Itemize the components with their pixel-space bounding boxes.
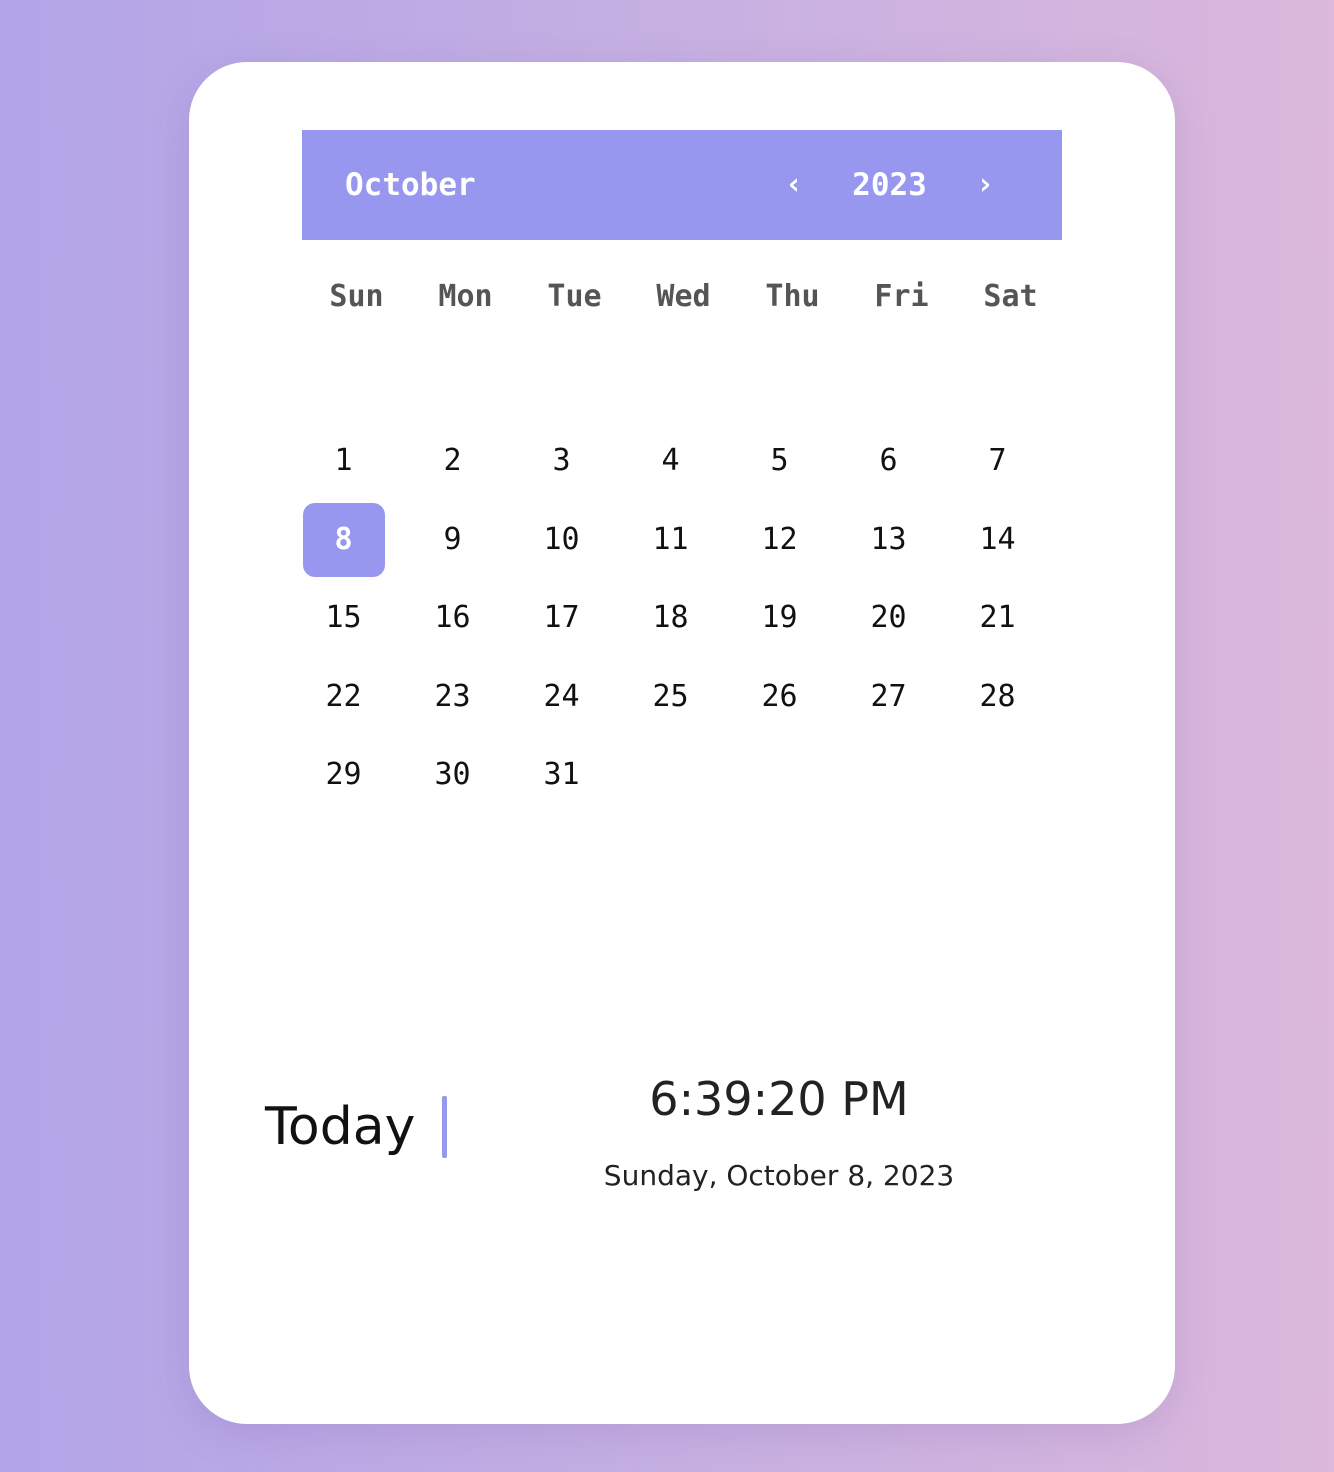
today-divider [442,1096,447,1158]
weekday-label: Fri [874,279,929,314]
day-cell[interactable]: 4 [630,424,712,498]
day-cell[interactable]: 7 [957,424,1039,498]
day-cell[interactable]: 10 [521,503,603,577]
day-cell[interactable]: 16 [412,581,494,655]
day-cell[interactable]: 21 [957,581,1039,655]
weekday-label: Thu [765,279,820,314]
day-cell[interactable]: 27 [848,660,930,734]
day-cell[interactable]: 2 [412,424,494,498]
weekday-label: Mon [438,279,493,314]
day-cell[interactable]: 9 [412,503,494,577]
day-cell[interactable]: 20 [848,581,930,655]
day-cell[interactable]: 11 [630,503,712,577]
day-cell[interactable]: 19 [739,581,821,655]
today-label: Today [265,1097,416,1157]
day-cell-selected[interactable]: 8 [302,502,385,577]
day-cell[interactable]: 30 [412,738,494,812]
day-cell[interactable]: 28 [957,660,1039,734]
weekday-header-row: Sun Mon Tue Wed Thu Fri Sat [302,272,1062,322]
day-cell[interactable]: 24 [521,660,603,734]
clock-date: Sunday, October 8, 2023 [603,1159,955,1192]
day-cell[interactable]: 12 [739,503,821,577]
day-cell[interactable]: 18 [630,581,712,655]
day-cell[interactable]: 14 [957,503,1039,577]
weekday-label: Tue [547,279,602,314]
day-cell[interactable]: 1 [303,424,385,498]
day-cell[interactable]: 23 [412,660,494,734]
weekday-label: Wed [656,279,711,314]
calendar-header: October ‹ 2023 › [302,130,1062,240]
day-cell[interactable]: 29 [303,738,385,812]
weekday-label: Sun [329,279,384,314]
day-cell[interactable]: 5 [739,424,821,498]
next-year-icon[interactable]: › [970,130,1000,240]
day-cell[interactable]: 31 [521,738,603,812]
clock-time: 6:39:20 PM [649,1072,909,1126]
day-cell[interactable]: 26 [739,660,821,734]
day-cell[interactable]: 6 [848,424,930,498]
day-cell[interactable]: 22 [303,660,385,734]
weekday-label: Sat [983,279,1038,314]
day-cell[interactable]: 25 [630,660,712,734]
days-grid: 1 2 3 4 5 6 7 8 9 10 11 12 13 14 15 16 17 18 19 20 21 22 23 24 2… [302,424,1062,844]
year-label: 2023 [852,167,927,203]
day-cell[interactable]: 3 [521,424,603,498]
prev-year-icon[interactable]: ‹ [779,130,809,240]
day-cell[interactable]: 17 [521,581,603,655]
month-label[interactable]: October [345,130,476,240]
day-cell[interactable]: 13 [848,503,930,577]
calendar-card: October ‹ 2023 › Sun Mon Tue Wed Thu Fri… [189,62,1175,1424]
day-cell[interactable]: 15 [303,581,385,655]
